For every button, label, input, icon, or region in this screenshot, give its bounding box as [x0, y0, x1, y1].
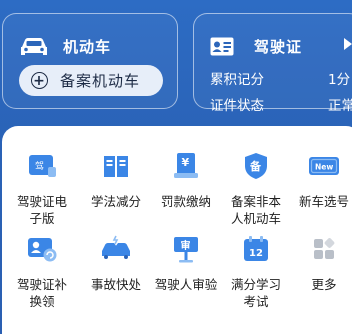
accident-icon — [102, 235, 130, 259]
service-label: 罚款缴纳 — [160, 194, 211, 209]
register-badge: 备 — [249, 159, 262, 173]
service-driver-review[interactable]: 审 驾驶人审验 — [152, 234, 220, 293]
service-label: 学法减分 — [90, 194, 141, 209]
status-label: 证件状态 — [210, 98, 264, 114]
service-more[interactable]: 更多 — [290, 234, 352, 293]
service-label: 驾驶证电子版 — [16, 194, 67, 226]
calendar-exam-icon: 12 — [244, 236, 268, 261]
service-label: 新车选号 — [298, 194, 349, 209]
service-license-replace[interactable]: 驾驶证补换领 — [8, 234, 76, 310]
service-full-score-exam[interactable]: 12 满分学习考试 — [222, 234, 290, 310]
new-badge: New — [315, 163, 333, 172]
more-grid-icon — [314, 238, 335, 259]
services-panel: 驾 驾驶证电子版 学法减分 ¥ 罚款缴纳 备 备案非本人机动车 New 新车选号… — [2, 126, 352, 334]
service-register-other-vehicle[interactable]: 备 备案非本人机动车 — [222, 151, 290, 227]
service-accident-fast[interactable]: 事故快处 — [82, 234, 150, 293]
plus-circle-icon: + — [31, 72, 48, 89]
review-sign-icon: 审 — [174, 237, 198, 263]
e-license-icon: 驾 — [29, 155, 56, 177]
service-label: 驾驶证补换领 — [16, 277, 67, 309]
shield-car-icon: 备 — [245, 153, 267, 179]
vehicle-card[interactable]: 机动车 + 备案机动车 — [2, 13, 178, 109]
car-icon — [21, 38, 47, 55]
id-card-icon — [210, 37, 234, 56]
service-e-license[interactable]: 驾 驾驶证电子版 — [8, 151, 76, 227]
license-card[interactable]: 驾驶证 累积记分 1分 证件状态 正常 — [193, 13, 352, 114]
register-vehicle-button[interactable]: + 备案机动车 — [19, 65, 163, 96]
book-icon — [104, 156, 128, 177]
fine-receipt-icon: ¥ — [174, 153, 198, 178]
license-replace-icon — [28, 238, 57, 262]
points-label: 累积记分 — [210, 72, 264, 88]
service-pay-fine[interactable]: ¥ 罚款缴纳 — [152, 151, 220, 210]
service-label: 更多 — [311, 277, 337, 292]
review-badge: 审 — [181, 239, 191, 252]
e-license-badge: 驾 — [35, 161, 44, 172]
service-label: 满分学习考试 — [230, 277, 281, 309]
new-plate-icon: New — [309, 157, 339, 175]
service-label: 备案非本人机动车 — [230, 194, 281, 226]
chevron-right-icon[interactable] — [344, 38, 352, 50]
fine-badge: ¥ — [182, 156, 190, 169]
calendar-badge: 12 — [249, 248, 263, 259]
service-label: 事故快处 — [90, 277, 141, 292]
service-label: 驾驶人审验 — [154, 277, 218, 292]
license-card-title: 驾驶证 — [254, 38, 303, 56]
status-value: 正常 — [328, 98, 352, 114]
points-value: 1分 — [328, 72, 351, 88]
register-vehicle-label: 备案机动车 — [60, 72, 141, 90]
service-study-deduct[interactable]: 学法减分 — [82, 151, 150, 210]
vehicle-card-title: 机动车 — [63, 38, 112, 56]
service-new-plate[interactable]: New 新车选号 — [290, 151, 352, 210]
